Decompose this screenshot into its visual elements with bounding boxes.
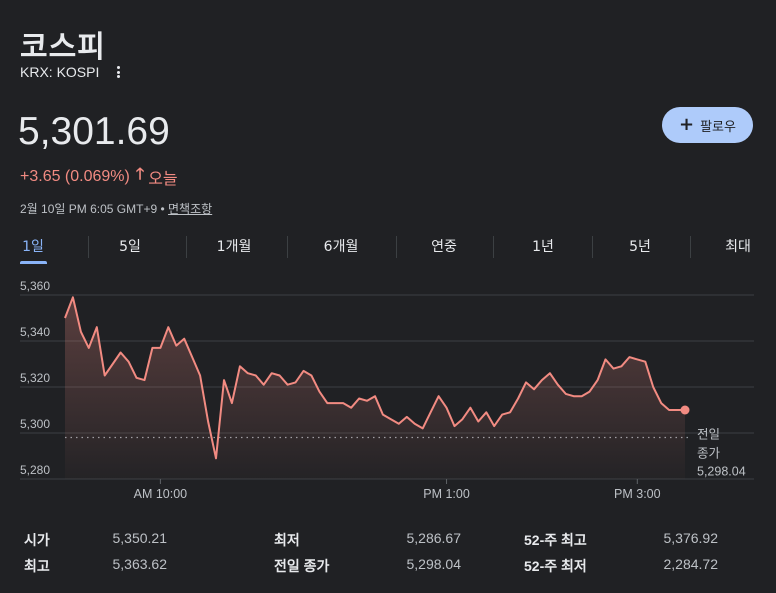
price-chart[interactable]: 5,360 5,340 5,320 5,300 5,280 전일종가 5,298.04 AM … [0, 280, 776, 510]
stat-value-52w-low: 2,284.72 [663, 556, 719, 572]
stat-value-52w-high: 5,376.92 [663, 530, 719, 546]
ticker-row: KRX: KOSPI [20, 64, 123, 80]
tab-5y[interactable]: 5년 [629, 232, 651, 264]
plus-icon: + [679, 114, 695, 135]
stat-label-prev-close: 전일 종가 [274, 558, 330, 574]
price-change: +3.65 (0.069%) 🡑 오늘 [20, 163, 178, 190]
tab-divider [88, 236, 89, 258]
tab-max[interactable]: 최대 [725, 232, 751, 264]
stat-value-high: 5,363.62 [112, 556, 168, 572]
y-tick-label: 5,360 [20, 280, 50, 293]
tab-divider [690, 236, 691, 258]
arrow-up-icon: 🡑 [135, 166, 145, 183]
stat-value-open: 5,350.21 [112, 530, 168, 546]
y-tick-label: 5,280 [20, 463, 50, 477]
disclaimer-link[interactable]: 면책조항 [168, 202, 212, 216]
y-tick-label: 5,300 [20, 417, 50, 431]
follow-button[interactable]: + 팔로우 [662, 107, 753, 143]
stat-label-high: 최고 [24, 558, 50, 574]
tab-6m[interactable]: 6개월 [324, 232, 359, 264]
x-tick-label: AM 10:00 [134, 487, 188, 501]
x-tick-label: PM 1:00 [423, 487, 470, 501]
ticker-symbol: KRX: KOSPI [20, 64, 100, 80]
tab-ytd[interactable]: 연중 [431, 232, 457, 264]
x-tick-label: PM 3:00 [614, 487, 661, 501]
tab-divider [592, 236, 593, 258]
stat-value-prev-close: 5,298.04 [406, 556, 462, 572]
timestamp-row: 2월 10일 PM 6:05 GMT+9 • 면책조항 [20, 200, 212, 217]
y-tick-label: 5,320 [20, 371, 50, 385]
tab-1d[interactable]: 1일 [22, 232, 44, 264]
change-value: +3.65 (0.069%) [20, 167, 130, 185]
tab-1y[interactable]: 1년 [532, 232, 554, 264]
y-tick-label: 5,340 [20, 325, 50, 339]
tab-divider [396, 236, 397, 258]
stat-value-low: 5,286.67 [406, 530, 462, 546]
page-title: 코스피 [20, 30, 106, 65]
previous-close-label: 전일 [697, 428, 720, 442]
tab-divider [287, 236, 288, 258]
current-price: 5,301.69 [18, 110, 170, 153]
change-period: 오늘 [148, 170, 178, 188]
stat-label-52w-low: 52-주 최저 [524, 558, 587, 574]
previous-close-value: 5,298.04 [697, 465, 746, 479]
timestamp: 2월 10일 PM 6:05 GMT+9 • [20, 202, 169, 216]
previous-close-label: 종가 [697, 447, 721, 461]
more-vert-icon[interactable] [113, 64, 123, 80]
tab-1m[interactable]: 1개월 [217, 232, 252, 264]
active-tab-indicator [20, 261, 47, 264]
stat-label-52w-high: 52-주 최고 [524, 532, 587, 548]
last-price-dot [680, 405, 690, 415]
tab-5d[interactable]: 5일 [119, 232, 141, 264]
follow-button-label: 팔로우 [700, 119, 736, 135]
tab-divider [186, 236, 187, 258]
stat-label-open: 시가 [24, 532, 50, 548]
tab-divider [493, 236, 494, 258]
stat-label-low: 최저 [274, 532, 300, 548]
time-range-tabs: 1일 5일 1개월 6개월 연중 1년 5년 최대 [0, 232, 776, 264]
